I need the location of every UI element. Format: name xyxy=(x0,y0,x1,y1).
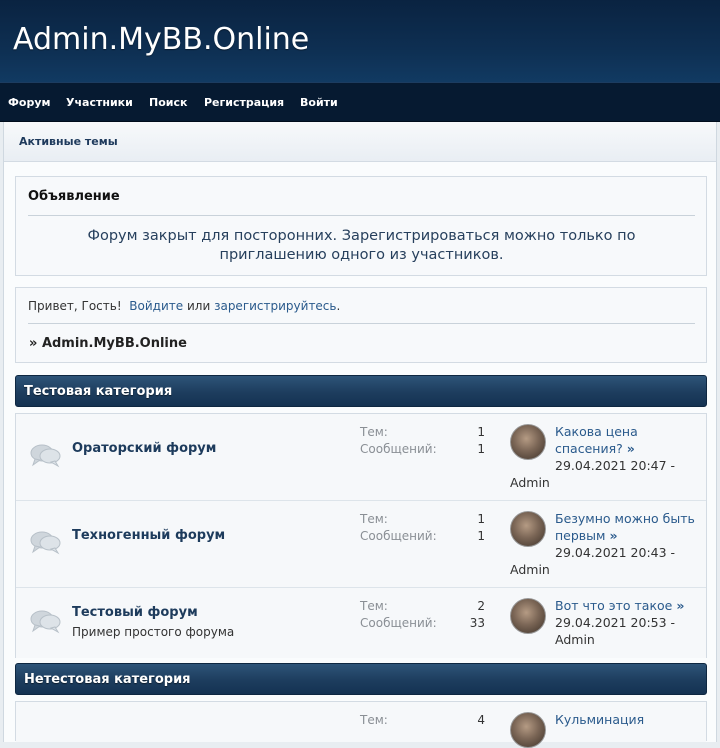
last-topic-link[interactable]: Вот что это такое xyxy=(555,598,672,613)
forum-row: Ораторский форум Тем: 1 Сообщений: 1 Как… xyxy=(16,414,706,501)
posts-count: 33 xyxy=(469,616,485,630)
category-title[interactable]: Тестовая категория xyxy=(24,384,172,399)
category-header[interactable]: Тестовая категория xyxy=(15,375,707,407)
posts-count: 1 xyxy=(477,442,485,456)
announcement-title: Объявление xyxy=(28,189,120,204)
last-post-info: Безумно можно быть первым » 29.04.2021 2… xyxy=(510,510,700,578)
last-post-author[interactable]: Admin xyxy=(510,631,700,648)
category-header[interactable]: Нетестовая категория xyxy=(15,663,707,695)
nav-register-link[interactable]: Регистрация xyxy=(204,96,284,109)
topics-label: Тем: xyxy=(360,713,388,727)
sub-navbar: Активные темы xyxy=(4,122,716,162)
goto-last-post-icon[interactable]: » xyxy=(627,441,635,456)
last-post-date: 29.04.2021 20:43 - xyxy=(555,545,676,560)
period-text: . xyxy=(336,299,341,313)
goto-last-post-icon[interactable]: » xyxy=(676,598,684,613)
forum-read-icon xyxy=(30,444,61,468)
last-post-info: Вот что это такое » 29.04.2021 20:53 - A… xyxy=(510,597,700,648)
breadcrumb: » Admin.MyBB.Online xyxy=(29,336,187,351)
topics-count: 1 xyxy=(477,425,485,439)
category-title[interactable]: Нетестовая категория xyxy=(24,672,191,687)
forum-read-icon xyxy=(30,531,61,555)
last-topic-link[interactable]: Безумно можно быть xyxy=(555,511,695,526)
forum-list: Тем: 4 Кульминация xyxy=(15,701,707,748)
posts-label: Сообщений: xyxy=(360,529,437,543)
posts-label: Сообщений: xyxy=(360,442,437,456)
last-topic-link[interactable]: первым xyxy=(555,528,605,543)
last-post-author[interactable]: Admin xyxy=(510,562,550,577)
last-post-date: 29.04.2021 20:47 - xyxy=(555,458,676,473)
main-navbar: Форум Участники Поиск Регистрация Войти xyxy=(0,82,720,122)
divider xyxy=(28,323,695,324)
site-title[interactable]: Admin.MyBB.Online xyxy=(13,22,309,57)
topics-label: Тем: xyxy=(360,512,388,526)
forum-row: Тестовый форум Пример простого форума Те… xyxy=(16,588,706,658)
forum-row: Тем: 4 Кульминация xyxy=(16,702,706,748)
nav-login-link[interactable]: Войти xyxy=(300,96,338,109)
forum-name-link[interactable]: Техногенный форум xyxy=(72,528,225,543)
topics-count: 2 xyxy=(477,599,485,613)
nav-search-link[interactable]: Поиск xyxy=(149,96,187,109)
or-text: или xyxy=(186,299,211,313)
divider xyxy=(28,215,695,216)
active-topics-link[interactable]: Активные темы xyxy=(19,135,118,148)
register-link[interactable]: зарегистрируйтесь xyxy=(214,299,336,313)
welcome-panel: Привет, Гость! Войдите или зарегистрируй… xyxy=(15,287,707,363)
nav-forum-link[interactable]: Форум xyxy=(8,96,51,109)
site-header: Admin.MyBB.Online xyxy=(0,0,720,82)
last-topic-link[interactable]: Какова цена xyxy=(555,424,638,439)
announcement-panel: Объявление Форум закрыт для посторонних.… xyxy=(15,176,707,276)
forum-read-icon xyxy=(30,610,61,634)
nav-members-link[interactable]: Участники xyxy=(66,96,133,109)
goto-last-post-icon[interactable]: » xyxy=(609,528,617,543)
forum-name-link[interactable]: Тестовый форум xyxy=(72,605,198,620)
forum-name-link[interactable]: Ораторский форум xyxy=(72,441,216,456)
topics-label: Тем: xyxy=(360,599,388,613)
last-post-date: 29.04.2021 20:53 - xyxy=(555,615,676,630)
forum-description: Пример простого форума xyxy=(72,625,235,639)
topics-label: Тем: xyxy=(360,425,388,439)
last-topic-link[interactable]: спасения? xyxy=(555,441,623,456)
breadcrumb-arrow: » xyxy=(29,336,38,351)
announcement-text: Форум закрыт для посторонних. Зарегистри… xyxy=(28,227,695,265)
posts-label: Сообщений: xyxy=(360,616,437,630)
last-post-author[interactable]: Admin xyxy=(510,475,550,490)
announcement-text-line: приглашению одного из участников. xyxy=(219,247,504,263)
breadcrumb-home-link[interactable]: Admin.MyBB.Online xyxy=(42,336,187,351)
forum-row: Техногенный форум Тем: 1 Сообщений: 1 Бе… xyxy=(16,501,706,588)
forum-list: Ораторский форум Тем: 1 Сообщений: 1 Как… xyxy=(15,413,707,658)
last-post-info: Какова цена спасения? » 29.04.2021 20:47… xyxy=(510,423,700,491)
topics-count: 1 xyxy=(477,512,485,526)
posts-count: 1 xyxy=(477,529,485,543)
greeting-text: Привет, Гость! xyxy=(28,299,122,313)
login-link[interactable]: Войдите xyxy=(129,299,183,313)
announcement-text-line: Форум закрыт для посторонних. Зарегистри… xyxy=(87,228,636,244)
main-container: Активные темы Объявление Форум закрыт дл… xyxy=(3,122,717,748)
guest-greeting: Привет, Гость! Войдите или зарегистрируй… xyxy=(28,299,340,313)
topics-count: 4 xyxy=(477,713,485,727)
